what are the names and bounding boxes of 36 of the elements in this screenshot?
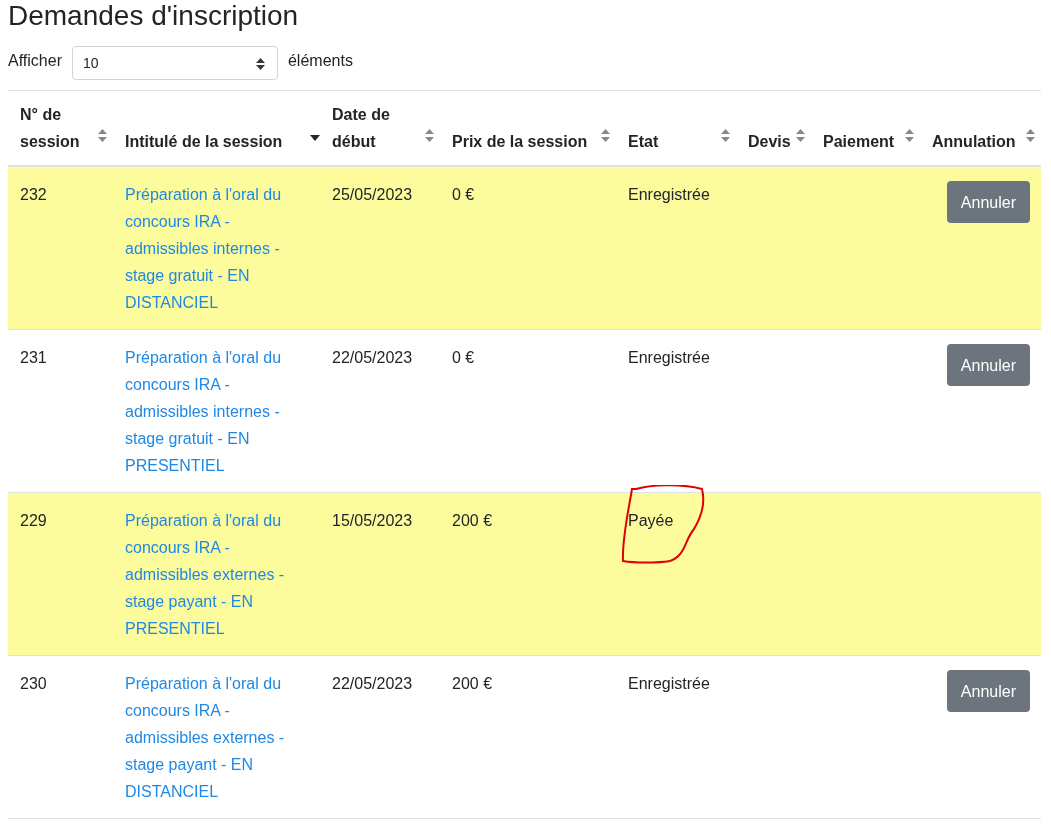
column-header[interactable]: Intitulé de la session — [125, 128, 300, 155]
length-suffix: éléments — [287, 51, 353, 71]
session-price: 200 € — [452, 511, 494, 531]
session-title-link[interactable]: Préparation à l'oral du concours IRA - admissibles internes - stage gratuit - EN PRESENTIEL — [125, 344, 312, 479]
page-length-select[interactable]: 10 — [71, 46, 278, 80]
cancel-button[interactable]: Annuler — [946, 181, 1030, 223]
column-header[interactable]: Prix de la session — [452, 128, 596, 155]
column-header[interactable]: Paiement — [823, 128, 900, 155]
registration-state: Enregistrée — [628, 674, 710, 694]
column-header[interactable]: Devis — [748, 128, 791, 155]
column-header[interactable]: Annulation — [932, 128, 1021, 155]
start-date: 15/05/2023 — [332, 511, 414, 531]
cancel-button[interactable]: Annuler — [946, 344, 1030, 386]
session-title-link[interactable]: Préparation à l'oral du concours IRA - admissibles externes - stage payant - EN PRESENTIEL — [125, 507, 312, 642]
column-header[interactable]: N° de session — [20, 101, 93, 155]
column-header[interactable]: Date de début — [332, 101, 420, 155]
session-price: 0 € — [452, 348, 476, 368]
length-label: Afficher — [8, 51, 62, 71]
session-number: 230 — [20, 674, 48, 694]
registration-state: Enregistrée — [628, 185, 710, 205]
page-title: Demandes d'inscription — [8, 0, 300, 32]
start-date: 22/05/2023 — [332, 674, 414, 694]
session-number: 232 — [20, 185, 48, 205]
registration-state: Payée — [628, 511, 674, 531]
session-title-link[interactable]: Préparation à l'oral du concours IRA - admissibles externes - stage payant - EN DISTANCIEL — [125, 670, 312, 805]
session-number: 231 — [20, 348, 48, 368]
start-date: 25/05/2023 — [332, 185, 414, 205]
registration-state: Enregistrée — [628, 348, 710, 368]
session-price: 200 € — [452, 674, 494, 694]
session-price: 0 € — [452, 185, 476, 205]
cancel-button[interactable]: Annuler — [946, 670, 1030, 712]
select-arrows-icon — [255, 58, 265, 70]
start-date: 22/05/2023 — [332, 348, 414, 368]
session-title-link[interactable]: Préparation à l'oral du concours IRA - admissibles internes - stage gratuit - EN DISTANCIEL — [125, 181, 312, 316]
session-number: 229 — [20, 511, 48, 531]
column-header[interactable]: Etat — [628, 128, 716, 155]
